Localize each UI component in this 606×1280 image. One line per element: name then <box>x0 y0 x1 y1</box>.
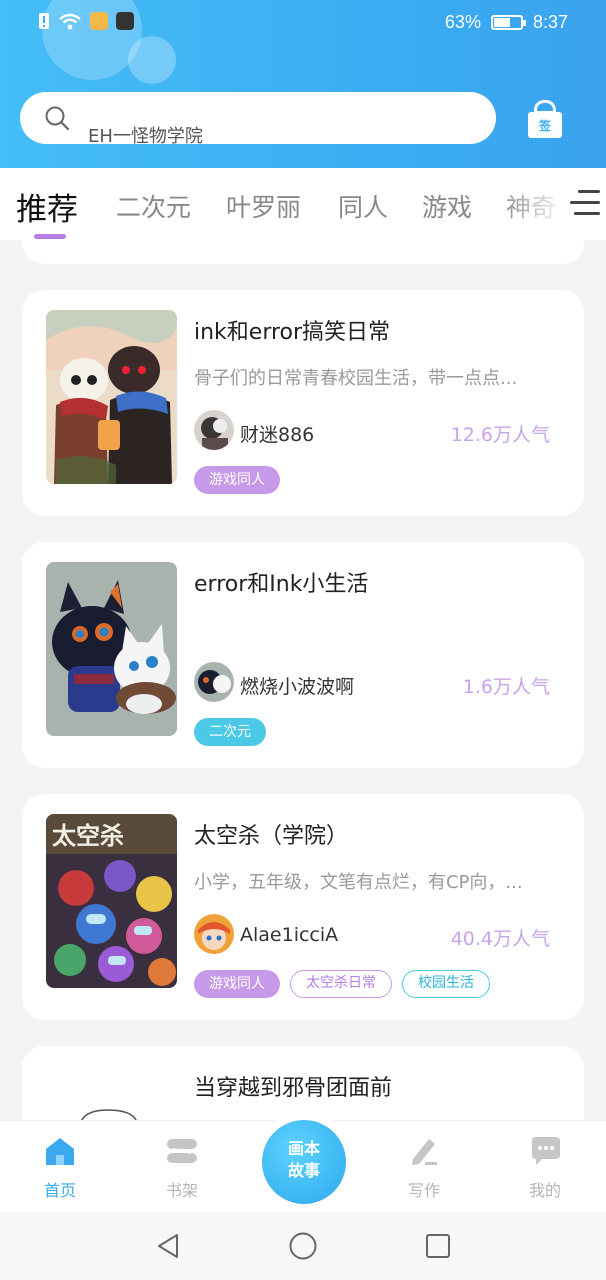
create-story-label-line2: 故事 <box>287 1161 320 1180</box>
story-card-partial[interactable] <box>22 240 584 264</box>
nav-profile[interactable]: 我的 <box>505 1135 585 1201</box>
tab-recommend[interactable]: 推荐 <box>16 184 78 229</box>
home-icon <box>46 1138 74 1165</box>
bookshelf-icon <box>167 1139 197 1163</box>
create-story-button[interactable]: 画本 故事 <box>262 1120 346 1204</box>
story-title: ink和error搞笑日常 <box>194 320 391 345</box>
daily-checkin-button[interactable]: 签 <box>522 100 566 140</box>
story-feed: ink和error搞笑日常 骨子们的日常青春校园生活，带一点点... 财迷886… <box>0 240 606 1120</box>
active-tab-indicator <box>34 234 66 239</box>
popularity-count: 40.4万人气 <box>450 928 550 950</box>
tag[interactable]: 校园生活 <box>402 970 490 998</box>
category-menu-icon[interactable] <box>570 190 600 216</box>
nav-label: 我的 <box>528 1181 561 1200</box>
home-circle-icon[interactable] <box>288 1231 318 1261</box>
story-card[interactable]: 当穿越到邪骨团面前 <box>22 1046 584 1120</box>
search-icon <box>45 106 70 131</box>
status-bar: 63% 8:37 <box>0 0 606 48</box>
status-right: 63% 8:37 <box>445 12 568 33</box>
tag[interactable]: 游戏同人 <box>194 466 280 494</box>
create-story-label: 画本 故事 <box>262 1138 346 1182</box>
story-cover-image: 太空杀 <box>46 814 177 988</box>
nav-bookshelf[interactable]: 书架 <box>142 1135 222 1201</box>
tab-yeluoli[interactable]: 叶罗丽 <box>226 188 301 224</box>
story-cover-image <box>46 562 177 736</box>
story-tags: 游戏同人 <box>194 466 280 494</box>
nav-label: 书架 <box>165 1181 198 1200</box>
author-name[interactable]: 财迷886 <box>240 420 314 447</box>
battery-percent: 63% <box>444 12 481 32</box>
story-tags: 二次元 <box>194 718 266 746</box>
story-title: 当穿越到邪骨团面前 <box>194 1076 393 1101</box>
tag[interactable]: 二次元 <box>194 718 266 746</box>
chat-bubble-icon <box>532 1137 560 1165</box>
story-card[interactable]: error和Ink小生活 燃烧小波波啊 1.6万人气 二次元 <box>22 542 584 768</box>
tab-games[interactable]: 游戏 <box>422 188 472 224</box>
battery-fill <box>493 18 511 27</box>
tag[interactable]: 太空杀日常 <box>290 970 392 998</box>
story-card[interactable]: 太空杀 太空杀（学院） 小学，五年级，文笔有点烂，有CP向，... Alae1i… <box>22 794 584 1020</box>
nav-write[interactable]: 写作 <box>384 1135 464 1201</box>
header: 63% 8:37 EH一怪物学院 签 <box>0 0 606 168</box>
tab-anime[interactable]: 二次元 <box>116 188 191 224</box>
popularity-count: 12.6万人气 <box>450 424 550 446</box>
cover-title-art: 太空杀 <box>52 822 124 850</box>
app-notification-icon <box>90 12 108 30</box>
story-cover-image <box>46 310 177 484</box>
tab-fanfic[interactable]: 同人 <box>338 188 388 224</box>
story-description: 骨子们的日常青春校园生活，带一点点... <box>194 368 518 389</box>
author-avatar[interactable] <box>194 662 234 702</box>
popularity-count: 1.6万人气 <box>462 676 550 698</box>
story-tags: 游戏同人 太空杀日常 校园生活 <box>194 970 490 998</box>
clock: 8:37 <box>532 12 568 32</box>
system-navigation-bar <box>0 1212 606 1280</box>
story-card[interactable]: ink和error搞笑日常 骨子们的日常青春校园生活，带一点点... 财迷886… <box>22 290 584 516</box>
author-name[interactable]: Alae1icciA <box>240 924 338 946</box>
author-avatar[interactable] <box>194 914 234 954</box>
story-description: 小学，五年级，文笔有点烂，有CP向，... <box>194 872 523 893</box>
category-tabs: 推荐 二次元 叶罗丽 同人 游戏 神奇 <box>0 168 606 240</box>
back-icon[interactable] <box>154 1232 182 1260</box>
status-icons <box>38 12 134 30</box>
nav-label: 首页 <box>43 1181 76 1200</box>
message-notification-icon <box>116 12 134 30</box>
battery-icon <box>490 15 526 30</box>
alert-icon <box>39 13 49 29</box>
pen-icon <box>412 1139 437 1165</box>
story-title: error和Ink小生活 <box>194 572 369 597</box>
wifi-icon <box>59 13 81 30</box>
search-placeholder: EH一怪物学院 <box>88 126 203 147</box>
cover-sketch-partial <box>81 1109 137 1120</box>
nav-label: 写作 <box>407 1181 440 1200</box>
create-story-label-line1: 画本 <box>287 1139 320 1158</box>
story-title: 太空杀（学院） <box>194 824 349 849</box>
author-avatar[interactable] <box>194 410 234 450</box>
checkin-label: 签 <box>538 119 551 133</box>
recents-icon[interactable] <box>424 1232 452 1260</box>
author-name[interactable]: 燃烧小波波啊 <box>240 672 354 699</box>
nav-home[interactable]: 首页 <box>20 1135 100 1201</box>
gift-icon: 签 <box>528 112 562 138</box>
tag[interactable]: 游戏同人 <box>194 970 280 998</box>
search-bar[interactable]: EH一怪物学院 <box>20 92 496 147</box>
